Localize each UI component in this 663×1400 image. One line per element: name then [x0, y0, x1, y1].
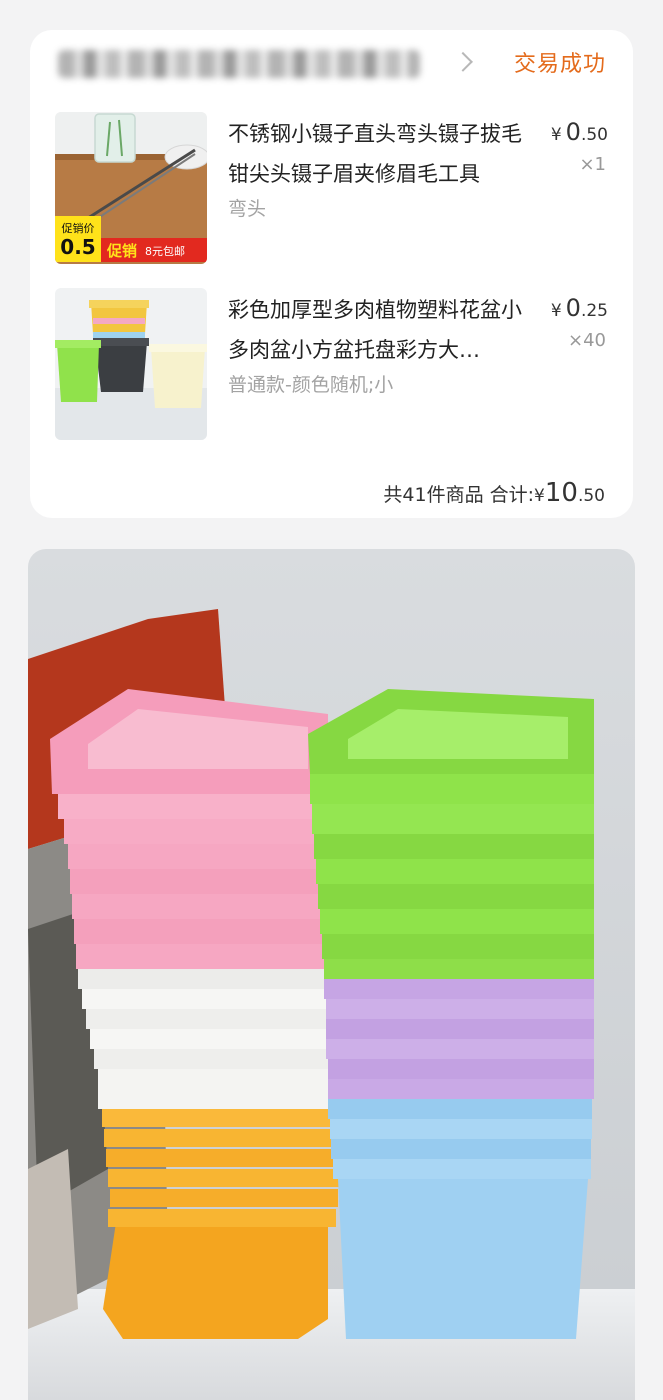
thumb-banner-small: 8元包邮	[145, 245, 185, 258]
product-thumbnail-tweezers[interactable]: 促销价 0.5 促销 8元包邮	[55, 112, 207, 264]
product-thumbnail-flowerpots[interactable]	[55, 288, 207, 440]
currency-symbol: ¥	[550, 125, 562, 145]
order-item[interactable]: 促销价 0.5 促销 8元包邮 不锈钢小镊子直头弯头镊子拔毛钳尖头镊子眉夹修眉毛…	[55, 112, 608, 264]
order-card: 交易成功 促销价 0.5 促销 8元包邮 不锈钢小镊子直头弯头镊子拔毛钳尖头镊子…	[30, 30, 633, 518]
store-name-blurred	[58, 50, 420, 78]
right-stack	[308, 689, 594, 1339]
chevron-right-icon[interactable]	[453, 51, 473, 72]
order-status: 交易成功	[513, 52, 606, 77]
price-integer: 0	[565, 294, 581, 322]
total-amount: ¥10.50	[534, 478, 605, 508]
currency-symbol: ¥	[550, 301, 562, 321]
price-decimal: .50	[580, 125, 608, 145]
flowerpot-stacks-photo	[28, 549, 635, 1400]
item-quantity: ×40	[568, 330, 606, 351]
currency-symbol: ¥	[534, 486, 545, 506]
order-item[interactable]: 彩色加厚型多肉植物塑料花盆小多肉盆小方盆托盘彩方大… 普通款-颜色随机;小 ¥0…	[55, 288, 608, 440]
total-decimal: .50	[577, 486, 605, 506]
item-quantity: ×1	[579, 154, 606, 175]
store-row[interactable]: 交易成功	[58, 48, 606, 82]
item-sku: 弯头	[228, 198, 267, 220]
item-sku: 普通款-颜色随机;小	[228, 374, 394, 396]
thumb-badge-value: 0.5	[60, 235, 95, 259]
item-price: ¥0.25	[551, 294, 608, 322]
thumb-badge-label: 促销价	[62, 221, 95, 235]
item-title[interactable]: 彩色加厚型多肉植物塑料花盆小多肉盆小方盆托盘彩方大…	[228, 290, 533, 370]
item-count: 共41件商品	[383, 484, 484, 506]
item-price: ¥0.50	[551, 118, 608, 146]
thumb-banner: 促销	[106, 242, 137, 260]
price-decimal: .25	[580, 301, 608, 321]
price-integer: 0	[565, 118, 581, 146]
item-title[interactable]: 不锈钢小镊子直头弯头镊子拔毛钳尖头镊子眉夹修眉毛工具	[228, 114, 533, 194]
total-label: 合计:	[489, 484, 535, 506]
order-total: 共41件商品 合计:¥10.50	[383, 478, 605, 508]
total-integer: 10	[544, 478, 578, 508]
